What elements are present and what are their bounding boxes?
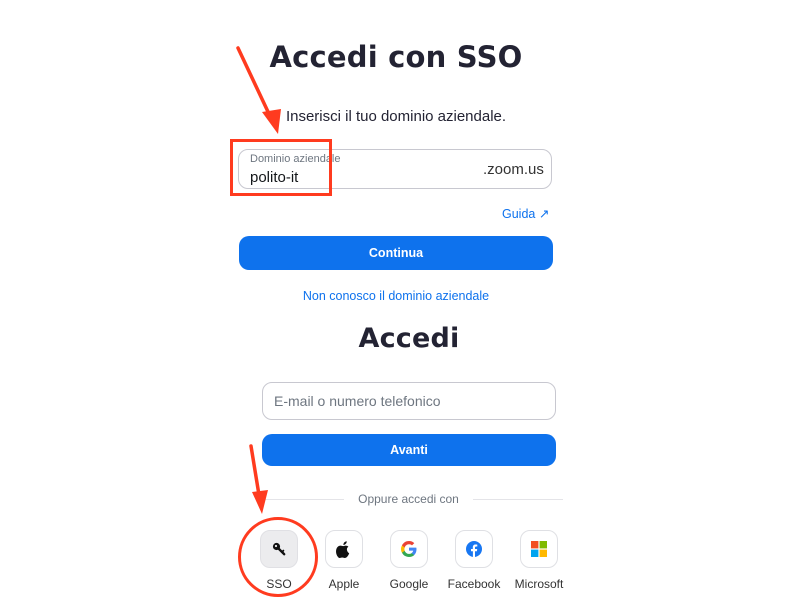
annotation-arrow-bottom xyxy=(249,444,261,497)
divider-left xyxy=(262,499,344,500)
google-login-button[interactable] xyxy=(390,530,428,568)
microsoft-login-label: Microsoft xyxy=(514,577,564,591)
email-or-phone-input[interactable] xyxy=(262,382,556,420)
unknown-domain-link[interactable]: Non conosco il dominio aziendale xyxy=(0,289,792,303)
sso-page-title: Accedi con SSO xyxy=(269,40,523,74)
divider-right xyxy=(473,499,563,500)
annotation-arrowhead-bottom xyxy=(252,490,268,514)
help-link[interactable]: Guida ↗ xyxy=(502,206,549,221)
apple-login-button[interactable] xyxy=(325,530,363,568)
continue-button[interactable]: Continua xyxy=(239,236,553,270)
alternative-login-label: Oppure accedi con xyxy=(358,492,459,506)
highlight-circle xyxy=(238,517,318,597)
highlight-rectangle xyxy=(230,139,332,196)
google-icon xyxy=(401,541,417,557)
next-button[interactable]: Avanti xyxy=(262,434,556,466)
domain-suffix: .zoom.us xyxy=(483,161,544,178)
apple-icon xyxy=(336,541,350,558)
sso-instructions: Inserisci il tuo dominio aziendale. xyxy=(285,108,507,125)
login-title: Accedi xyxy=(358,323,460,354)
facebook-icon xyxy=(466,541,482,557)
microsoft-login-button[interactable] xyxy=(520,530,558,568)
microsoft-icon xyxy=(531,541,547,557)
facebook-login-button[interactable] xyxy=(455,530,493,568)
